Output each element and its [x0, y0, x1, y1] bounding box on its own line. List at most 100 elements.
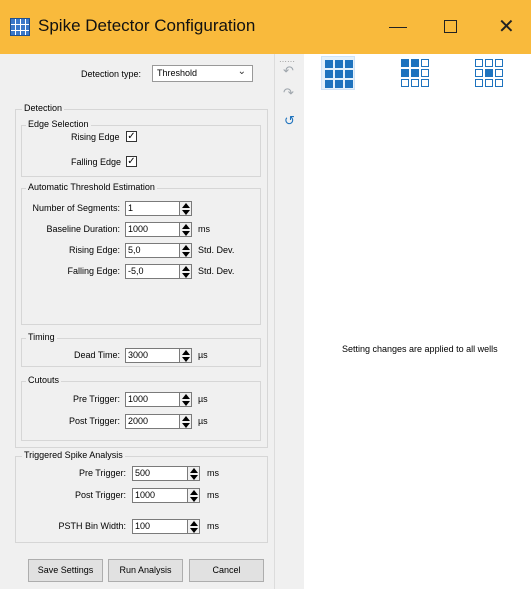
grid-single-icon [475, 59, 503, 87]
segments-input[interactable]: 1 [125, 201, 192, 216]
falling-threshold-label: Falling Edge: [67, 266, 120, 276]
detection-type-select[interactable]: Threshold ⌄ [152, 65, 253, 82]
partial-wells-view-button[interactable] [398, 56, 432, 90]
cutouts-pre-value: 1000 [128, 394, 149, 404]
vertical-toolbar: ⋯⋯ ↶ ↷ ↺ [274, 54, 304, 589]
settings-pane: Detection type: Threshold ⌄ Detection Ed… [0, 54, 274, 589]
triggered-pre-input[interactable]: 500 [132, 466, 200, 481]
triggered-post-unit: ms [207, 490, 219, 500]
cutouts-post-spinner[interactable] [179, 414, 192, 429]
auto-threshold-title: Automatic Threshold Estimation [26, 182, 157, 192]
close-icon: ✕ [498, 14, 515, 38]
baseline-spinner[interactable] [179, 222, 192, 237]
triggered-pre-unit: ms [207, 468, 219, 478]
save-settings-button[interactable]: Save Settings [28, 559, 103, 582]
baseline-unit: ms [198, 224, 210, 234]
psth-bin-unit: ms [207, 521, 219, 531]
triggered-post-label: Post Trigger: [74, 490, 126, 500]
cutouts-pre-unit: µs [198, 394, 208, 404]
spin-down-icon [190, 528, 198, 533]
spin-down-icon [182, 357, 190, 362]
rising-threshold-input[interactable]: 5,0 [125, 243, 192, 258]
rising-edge-checkbox[interactable]: ✓ [126, 131, 137, 142]
spin-up-icon [182, 394, 190, 399]
chevron-down-icon: ⌄ [237, 66, 246, 77]
cutouts-pre-input[interactable]: 1000 [125, 392, 192, 407]
rising-threshold-spinner[interactable] [179, 243, 192, 258]
spin-up-icon [190, 490, 198, 495]
cutouts-group [21, 381, 261, 441]
triggered-pre-spinner[interactable] [187, 466, 200, 481]
close-button[interactable]: ✕ [493, 14, 523, 40]
spin-down-icon [182, 210, 190, 215]
dead-time-value: 3000 [128, 350, 149, 360]
maximize-button[interactable] [436, 14, 466, 40]
cutouts-post-input[interactable]: 2000 [125, 414, 192, 429]
baseline-input[interactable]: 1000 [125, 222, 192, 237]
detection-type-value: Threshold [157, 68, 198, 78]
baseline-value: 1000 [128, 224, 149, 234]
falling-edge-checkbox[interactable]: ✓ [126, 156, 137, 167]
spin-up-icon [182, 416, 190, 421]
cutouts-pre-label: Pre Trigger: [72, 394, 120, 404]
minimize-button[interactable] [383, 14, 413, 40]
spin-up-icon [190, 468, 198, 473]
falling-edge-label: Falling Edge [71, 157, 122, 167]
detection-group-title: Detection [22, 103, 65, 113]
cancel-button[interactable]: Cancel [189, 559, 264, 582]
edge-selection-title: Edge Selection [26, 119, 91, 129]
psth-bin-input[interactable]: 100 [132, 519, 200, 534]
spin-up-icon [182, 203, 190, 208]
timing-title: Timing [26, 332, 57, 342]
dead-time-input[interactable]: 3000 [125, 348, 192, 363]
spin-down-icon [182, 273, 190, 278]
single-well-view-button[interactable] [472, 56, 506, 90]
spin-down-icon [182, 423, 190, 428]
spin-up-icon [182, 350, 190, 355]
spin-down-icon [190, 497, 198, 502]
all-wells-view-button[interactable] [321, 56, 355, 90]
minimize-icon [389, 27, 407, 28]
cutouts-post-unit: µs [198, 416, 208, 426]
psth-bin-spinner[interactable] [187, 519, 200, 534]
dead-time-label: Dead Time: [73, 350, 120, 360]
app-grid-icon [10, 18, 30, 36]
spin-down-icon [182, 401, 190, 406]
cutouts-pre-spinner[interactable] [179, 392, 192, 407]
spin-up-icon [182, 245, 190, 250]
grid-full-icon [325, 60, 353, 88]
dead-time-spinner[interactable] [179, 348, 192, 363]
window-title: Spike Detector Configuration [38, 16, 256, 35]
rising-threshold-value: 5,0 [128, 245, 141, 255]
spin-down-icon [182, 252, 190, 257]
segments-spinner[interactable] [179, 201, 192, 216]
triggered-post-spinner[interactable] [187, 488, 200, 503]
cutouts-post-value: 2000 [128, 416, 149, 426]
rising-threshold-unit: Std. Dev. [198, 245, 235, 255]
triggered-pre-value: 500 [135, 468, 151, 478]
spin-up-icon [182, 266, 190, 271]
spin-up-icon [190, 521, 198, 526]
redo-icon[interactable]: ↷ [283, 86, 294, 101]
title-bar: Spike Detector Configuration ✕ [0, 0, 531, 54]
run-analysis-button[interactable]: Run Analysis [108, 559, 183, 582]
triggered-post-input[interactable]: 1000 [132, 488, 200, 503]
undo-icon[interactable]: ↶ [283, 64, 294, 79]
baseline-label: Baseline Duration: [46, 224, 120, 234]
wells-message: Setting changes are applied to all wells [342, 344, 498, 354]
edge-selection-group [21, 125, 261, 177]
cutouts-post-label: Post Trigger: [68, 416, 120, 426]
cutouts-title: Cutouts [26, 375, 62, 385]
rising-threshold-label: Rising Edge: [68, 245, 120, 255]
psth-bin-label: PSTH Bin Width: [58, 521, 126, 531]
spin-down-icon [190, 475, 198, 480]
falling-threshold-spinner[interactable] [179, 264, 192, 279]
spin-up-icon [182, 224, 190, 229]
dead-time-unit: µs [198, 350, 208, 360]
maximize-icon [444, 20, 457, 33]
reset-icon[interactable]: ↺ [284, 114, 295, 129]
grid-partial-icon [401, 59, 429, 87]
falling-threshold-input[interactable]: -5,0 [125, 264, 192, 279]
segments-label: Number of Segments: [32, 203, 120, 213]
detection-type-label: Detection type: [81, 69, 142, 79]
